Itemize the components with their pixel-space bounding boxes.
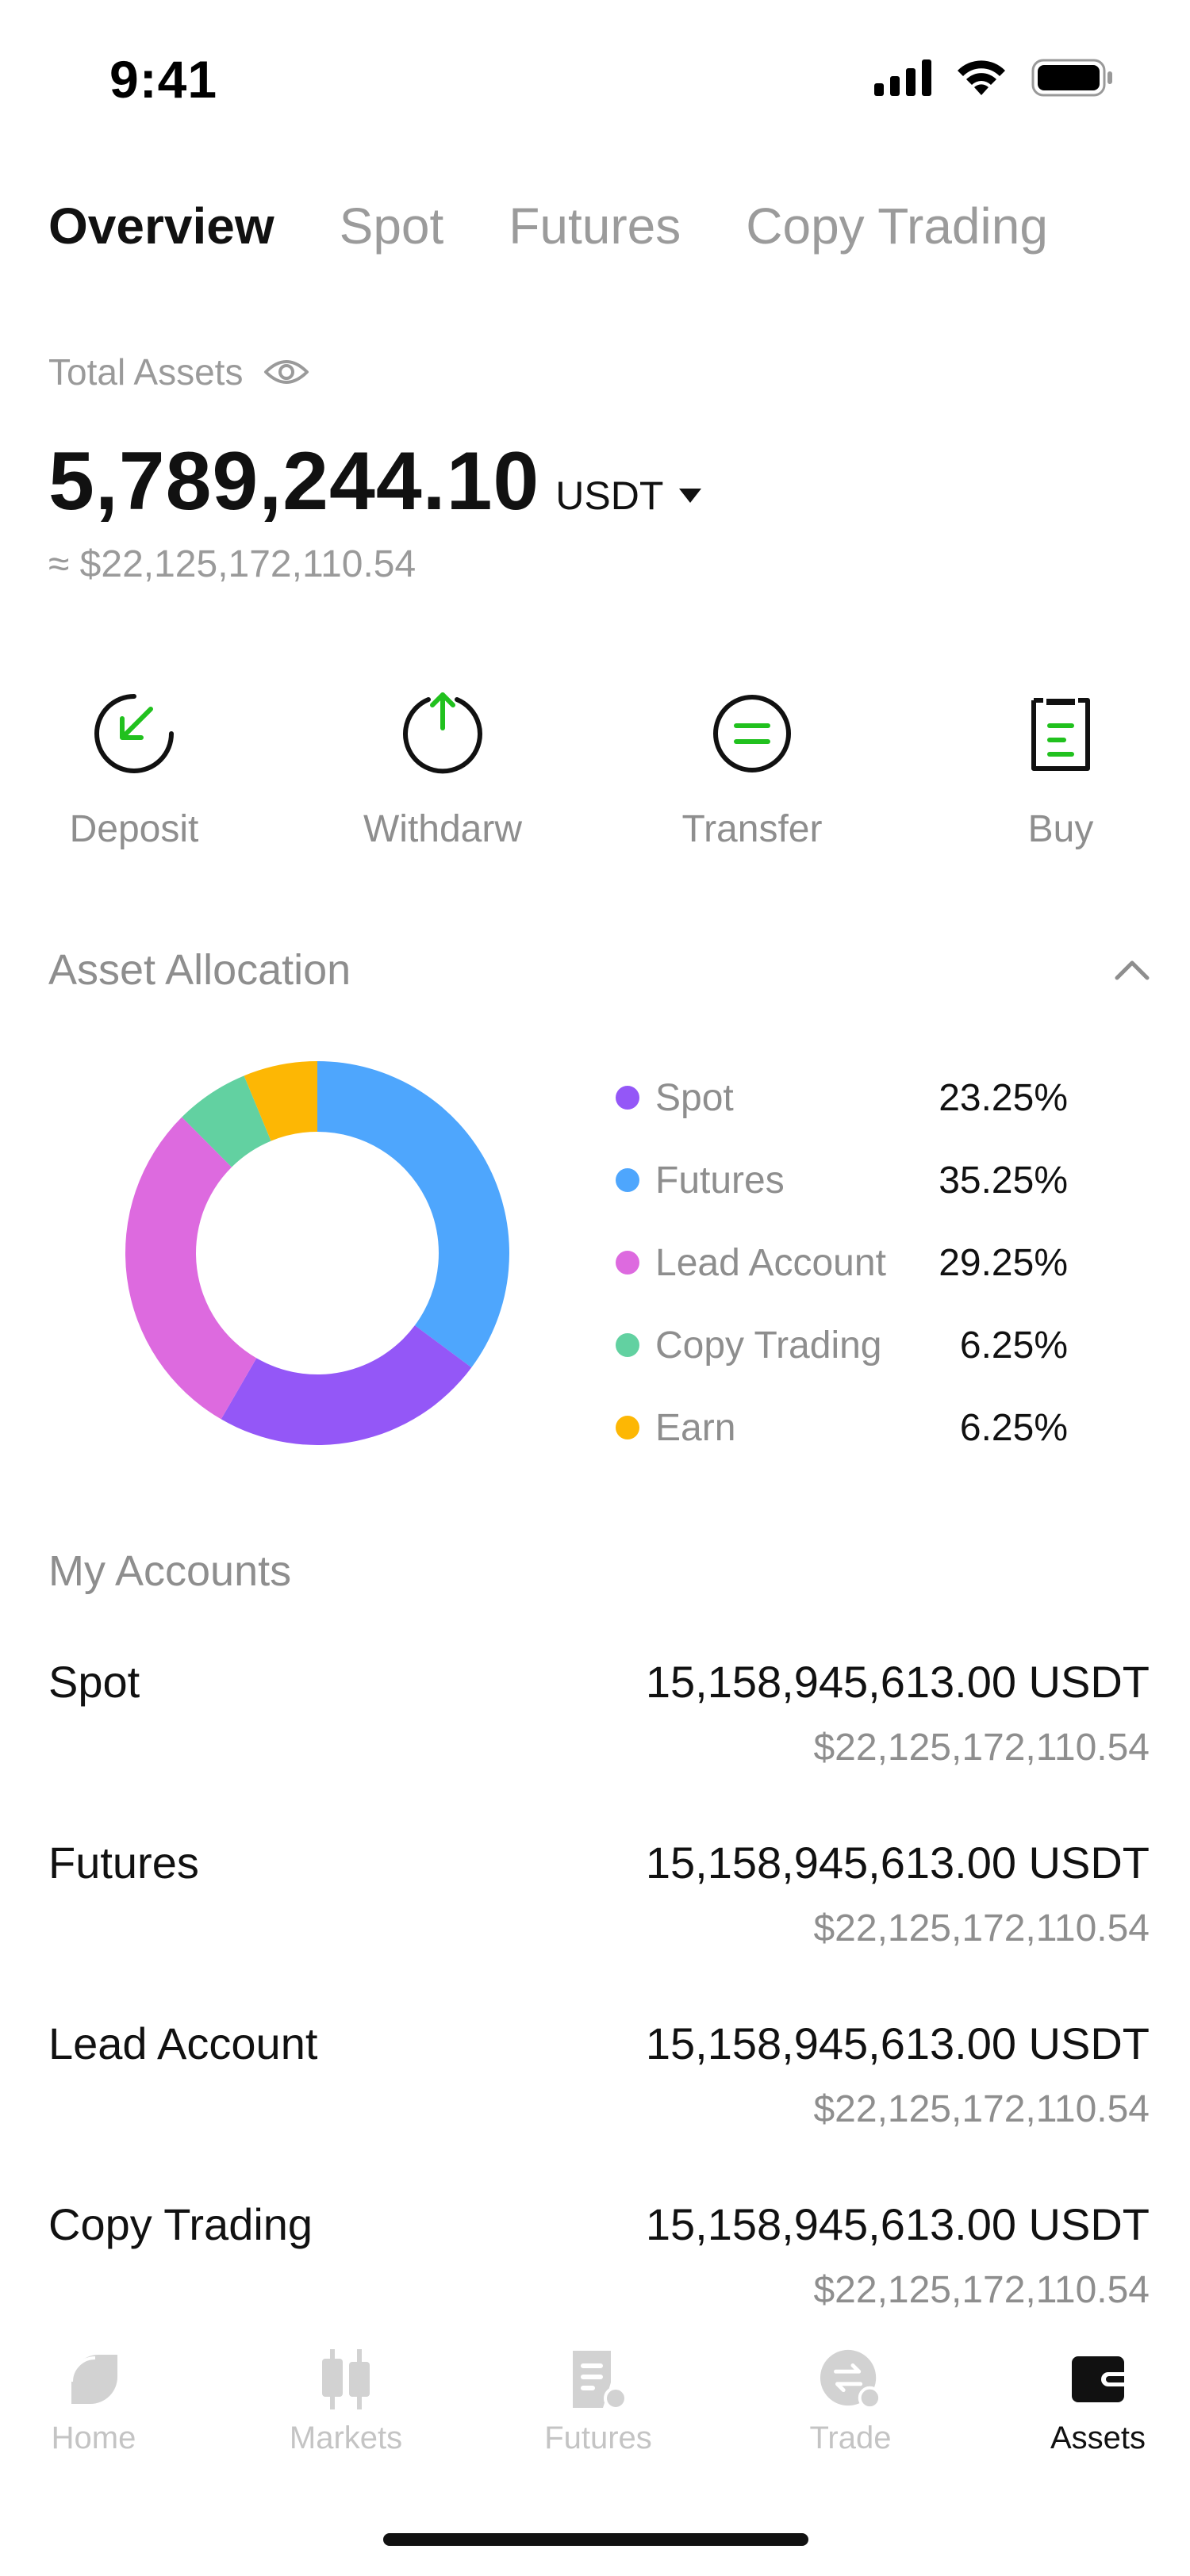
account-amount: 15,158,945,613.00 USDT bbox=[645, 2018, 1150, 2068]
account-amount: 15,158,945,613.00 USDT bbox=[645, 2199, 1150, 2249]
account-row-copy-trading[interactable]: Copy Trading 15,158,945,613.00 USDT $22,… bbox=[48, 2198, 1150, 2341]
legend-item-earn: Earn 6.25% bbox=[616, 1386, 1068, 1469]
total-assets-value: 5,789,244.10 bbox=[48, 435, 540, 527]
transfer-label: Transfer bbox=[681, 808, 823, 850]
wifi-icon bbox=[958, 60, 1005, 95]
nav-label-assets: Assets bbox=[1050, 2421, 1146, 2455]
legend-label-lead-account: Lead Account bbox=[655, 1241, 886, 1284]
asset-allocation-header[interactable]: Asset Allocation bbox=[48, 945, 1150, 995]
status-bar: 9:41 bbox=[0, 0, 1190, 159]
tab-overview[interactable]: Overview bbox=[48, 197, 274, 255]
legend-label-earn: Earn bbox=[655, 1406, 736, 1449]
transfer-icon bbox=[713, 695, 791, 772]
home-icon bbox=[70, 2355, 117, 2404]
tab-copy-trading[interactable]: Copy Trading bbox=[746, 197, 1048, 255]
trade-icon bbox=[820, 2349, 882, 2410]
legend-item-futures: Futures 35.25% bbox=[616, 1139, 1068, 1221]
legend-value-futures: 35.25% bbox=[939, 1159, 1068, 1202]
nav-label-home: Home bbox=[51, 2421, 136, 2455]
tab-futures[interactable]: Futures bbox=[509, 197, 681, 255]
quick-actions: Deposit Withdarw Transfer Buy bbox=[0, 690, 1190, 851]
total-assets-fiat: ≈ $22,125,172,110.54 bbox=[48, 543, 416, 585]
account-name: Spot bbox=[48, 1657, 140, 1707]
buy-button[interactable]: Buy bbox=[958, 690, 1164, 851]
nav-item-assets[interactable]: Assets bbox=[1011, 2348, 1185, 2456]
nav-label-markets: Markets bbox=[289, 2421, 403, 2455]
my-accounts-title: My Accounts bbox=[48, 1547, 292, 1595]
status-time: 9:41 bbox=[109, 50, 218, 109]
wallet-icon bbox=[1072, 2356, 1124, 2402]
chevron-up-icon[interactable] bbox=[1115, 960, 1150, 980]
futures-icon bbox=[573, 2351, 628, 2410]
buy-icon bbox=[1031, 698, 1090, 771]
deposit-icon bbox=[94, 694, 174, 773]
account-fiat-value: $22,125,172,110.54 bbox=[813, 2088, 1150, 2130]
donut-slice-lead-account bbox=[125, 1117, 257, 1420]
deposit-label: Deposit bbox=[69, 808, 199, 850]
account-fiat-value: $22,125,172,110.54 bbox=[813, 1727, 1150, 1769]
total-assets-label-row: Total Assets bbox=[48, 351, 309, 393]
nav-label-trade: Trade bbox=[809, 2421, 892, 2455]
markets-icon bbox=[322, 2349, 370, 2409]
account-row-lead-account[interactable]: Lead Account 15,158,945,613.00 USDT $22,… bbox=[48, 2018, 1150, 2160]
account-name: Futures bbox=[48, 1838, 199, 1888]
account-amount: 15,158,945,613.00 USDT bbox=[645, 1657, 1150, 1707]
nav-item-trade[interactable]: Trade bbox=[763, 2348, 938, 2456]
cellular-signal-icon bbox=[874, 59, 931, 96]
account-row-futures[interactable]: Futures 15,158,945,613.00 USDT $22,125,1… bbox=[48, 1837, 1150, 1980]
nav-item-home[interactable]: Home bbox=[6, 2348, 181, 2456]
legend-label-spot: Spot bbox=[655, 1076, 734, 1119]
legend-value-spot: 23.25% bbox=[939, 1076, 1068, 1119]
total-assets-label: Total Assets bbox=[48, 351, 244, 393]
account-name: Lead Account bbox=[48, 2018, 318, 2068]
bottom-navigation: Home Markets Futures Trade Assets bbox=[0, 2348, 1190, 2490]
buy-label: Buy bbox=[1027, 808, 1094, 850]
legend-value-lead-account: 29.25% bbox=[939, 1241, 1068, 1284]
legend-dot-spot bbox=[616, 1086, 639, 1110]
home-indicator bbox=[383, 2533, 808, 2546]
eye-icon[interactable] bbox=[263, 356, 309, 388]
transfer-button[interactable]: Transfer bbox=[649, 690, 855, 851]
tab-spot[interactable]: Spot bbox=[340, 197, 444, 255]
currency-label: USDT bbox=[555, 473, 664, 518]
nav-item-futures[interactable]: Futures bbox=[511, 2348, 685, 2456]
legend-item-spot: Spot 23.25% bbox=[616, 1056, 1068, 1139]
status-icons bbox=[874, 59, 1114, 97]
deposit-button[interactable]: Deposit bbox=[31, 690, 237, 851]
withdraw-label: Withdarw bbox=[363, 808, 523, 850]
legend-dot-futures bbox=[616, 1168, 639, 1192]
nav-label-futures: Futures bbox=[544, 2421, 652, 2455]
legend-dot-earn bbox=[616, 1416, 639, 1439]
legend-dot-lead-account bbox=[616, 1251, 639, 1275]
account-fiat-value: $22,125,172,110.54 bbox=[813, 1907, 1150, 1949]
legend-dot-copy-trading bbox=[616, 1333, 639, 1357]
battery-icon bbox=[1031, 59, 1112, 97]
account-amount: 15,158,945,613.00 USDT bbox=[645, 1838, 1150, 1888]
account-name: Copy Trading bbox=[48, 2199, 313, 2249]
withdraw-button[interactable]: Withdarw bbox=[340, 690, 546, 851]
asset-allocation-donut-chart bbox=[125, 1061, 509, 1445]
caret-down-icon bbox=[679, 489, 702, 503]
legend-label-copy-trading: Copy Trading bbox=[655, 1324, 882, 1367]
account-row-spot[interactable]: Spot 15,158,945,613.00 USDT $22,125,172,… bbox=[48, 1656, 1150, 1799]
withdraw-icon bbox=[403, 692, 482, 774]
total-assets-row: 5,789,244.10 USDT bbox=[48, 435, 702, 529]
account-fiat-value: $22,125,172,110.54 bbox=[813, 2269, 1150, 2311]
asset-allocation-title: Asset Allocation bbox=[48, 946, 351, 994]
legend-value-copy-trading: 6.25% bbox=[959, 1324, 1068, 1367]
legend-item-lead-account: Lead Account 29.25% bbox=[616, 1221, 1068, 1304]
asset-allocation-legend: Spot 23.25% Futures 35.25% Lead Account … bbox=[616, 1056, 1068, 1469]
donut-slice-spot bbox=[221, 1325, 472, 1445]
legend-item-copy-trading: Copy Trading 6.25% bbox=[616, 1304, 1068, 1386]
currency-selector[interactable]: USDT bbox=[555, 473, 702, 519]
donut-slice-futures bbox=[317, 1061, 509, 1368]
legend-value-earn: 6.25% bbox=[959, 1406, 1068, 1449]
top-tabs: Overview Spot Futures Copy Trading bbox=[48, 197, 1048, 255]
nav-item-markets[interactable]: Markets bbox=[259, 2348, 433, 2456]
legend-label-futures: Futures bbox=[655, 1159, 785, 1202]
